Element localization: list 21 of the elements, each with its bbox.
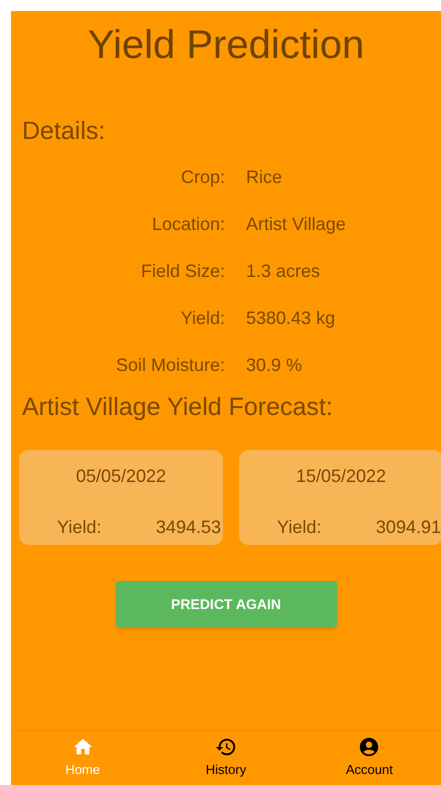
detail-label: Crop:	[180, 166, 225, 188]
detail-value: Artist Village	[246, 213, 346, 235]
forecast-label: Yield:	[57, 516, 102, 539]
detail-label: Yield:	[180, 307, 225, 329]
forecast-date: 05/05/2022	[74, 465, 168, 488]
detail-value: 1.3 acres	[246, 260, 320, 282]
forecast-value: 3494.53	[156, 516, 221, 539]
forecast-label: Yield:	[277, 516, 322, 539]
detail-value: 30.9 %	[246, 354, 302, 376]
detail-label: Field Size:	[140, 260, 225, 282]
page-title: Yield Prediction	[86, 22, 366, 69]
details-heading: Details:	[22, 116, 106, 146]
detail-label: Location:	[150, 213, 225, 235]
forecast-value: 3094.91	[376, 516, 441, 539]
detail-value: 5380.43 kg	[246, 307, 336, 329]
forecast-date: 15/05/2022	[294, 465, 388, 488]
detail-label: Soil Moisture:	[114, 354, 225, 376]
detail-value: Rice	[246, 166, 282, 188]
forecast-heading: Artist Village Yield Forecast:	[22, 392, 334, 422]
nav-tab[interactable]: Account	[298, 731, 441, 785]
nav-tab[interactable]: History	[154, 731, 298, 785]
